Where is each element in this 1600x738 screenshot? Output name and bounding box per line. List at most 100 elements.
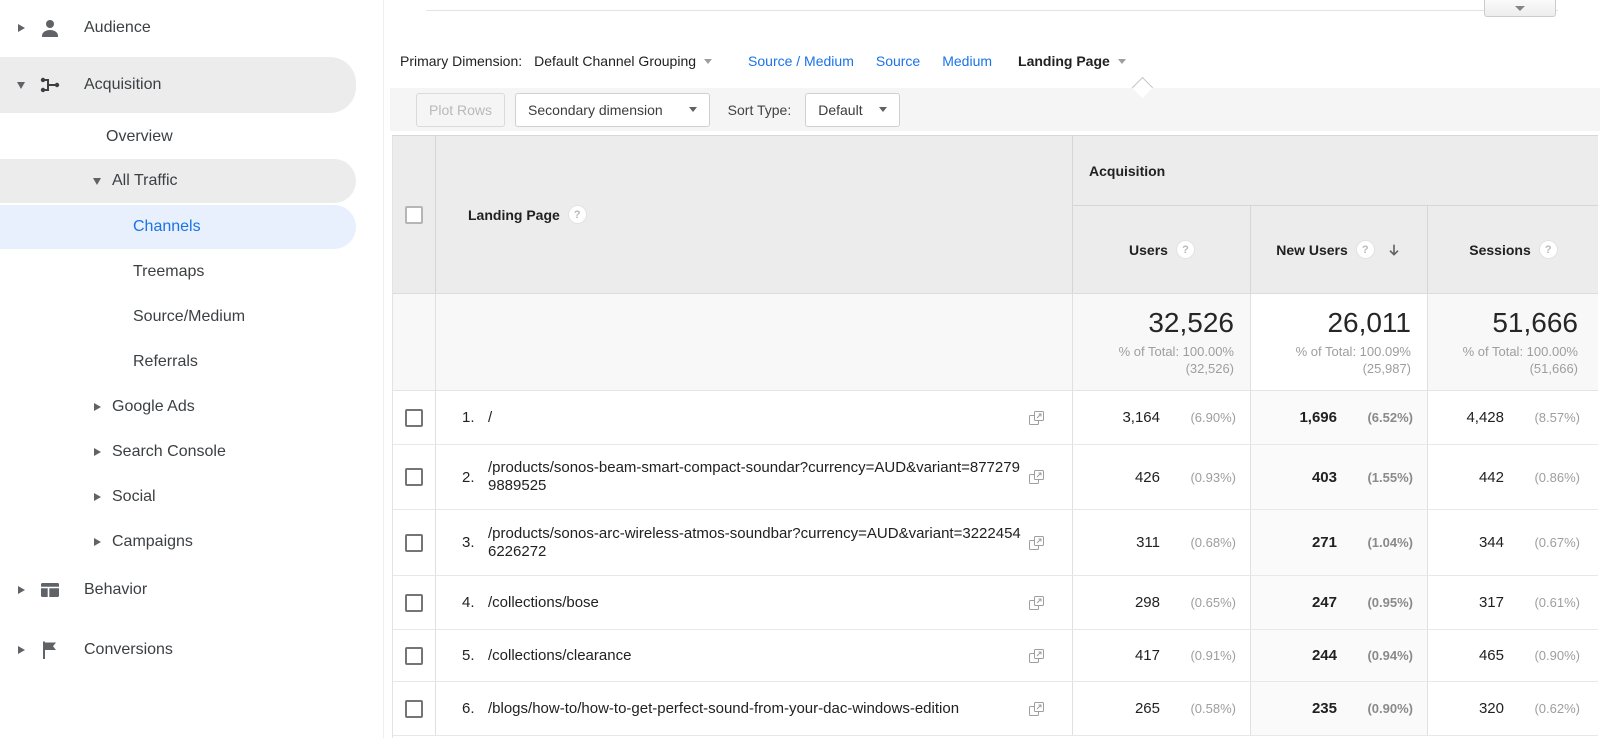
totals-users-pct: % of Total: 100.00% [1118,344,1234,359]
sidebar-item-label: Search Console [112,442,226,460]
table-row: 4. /collections/bose 298 (0.65%) 247 (0.95… [393,576,1598,630]
open-in-new-window-icon[interactable] [1028,648,1045,664]
dimension-link-medium[interactable]: Medium [942,53,992,69]
row-checkbox[interactable] [405,408,423,427]
default-channel-grouping-dropdown[interactable]: Default Channel Grouping [534,53,713,69]
sidebar-item-treemaps[interactable]: Treemaps [0,249,383,294]
dimension-link-source-medium[interactable]: Source / Medium [748,53,854,69]
sessions-cell: 344 (0.67%) [1428,510,1598,575]
secondary-dimension-button[interactable]: Secondary dimension [515,92,710,127]
help-icon[interactable]: ? [1176,241,1194,258]
chevron-right-icon [16,24,26,32]
row-checkbox[interactable] [405,593,423,612]
totals-sessions-sub: (51,666) [1529,361,1578,376]
sidebar-item-label: Source/Medium [133,307,246,325]
users-cell: 417 (0.91%) [1073,630,1251,681]
row-number: 2. [462,468,475,486]
sidebar-item-behavior[interactable]: Behavior [0,568,383,612]
table-header: Landing Page ? Acquisition Users ? New U… [393,136,1598,294]
chart-area-divider [426,10,1558,11]
metric-value: 265 [1134,700,1160,717]
metric-pct: (0.86%) [1534,469,1580,485]
open-in-new-window-icon[interactable] [1028,469,1045,485]
column-header-label: Sessions [1469,241,1531,258]
sidebar-item-referrals[interactable]: Referrals [0,339,383,384]
totals-dimension-cell [436,294,1073,390]
table-row: 3. /products/sonos-arc-wireless-atmos-so… [393,510,1598,576]
users-cell: 426 (0.93%) [1073,445,1251,509]
sidebar-item-label: Treemaps [133,262,205,280]
table-row: 6. /blogs/how-to/how-to-get-perfect-soun… [393,682,1598,736]
sidebar-item-social[interactable]: Social [0,474,383,519]
chevron-right-icon [92,537,102,546]
metric-value: 344 [1478,534,1504,551]
new-users-column-header[interactable]: New Users ? [1251,206,1428,293]
metric-value: 403 [1311,468,1337,486]
column-header-label: Landing Page [468,206,560,223]
metric-subheaders: Users ? New Users ? Sessions ? [1073,206,1598,293]
row-checkbox-cell [393,682,436,735]
users-column-header[interactable]: Users ? [1073,206,1251,293]
new-users-cell: 244 (0.94%) [1251,630,1428,681]
acquisition-group-header: Acquisition Users ? New Users ? Sessions… [1073,136,1598,293]
landing-page-url: /products/sonos-beam-smart-compact-sound… [488,459,1020,494]
sidebar-item-conversions[interactable]: Conversions [0,628,383,672]
sidebar-item-overview[interactable]: Overview [0,115,383,159]
totals-users-cell: 32,526 % of Total: 100.00% (32,526) [1073,294,1251,390]
select-all-checkbox[interactable] [405,205,423,224]
landing-page-url: / [488,408,493,426]
help-icon[interactable]: ? [568,206,586,223]
sidebar-item-acquisition[interactable]: Acquisition [0,57,356,113]
chevron-down-icon [92,177,102,185]
chevron-right-icon [16,646,26,654]
metric-pct: (0.90%) [1534,648,1580,663]
primary-dimension-bar: Primary Dimension: Default Channel Group… [400,49,1126,73]
open-in-new-window-icon[interactable] [1028,535,1045,551]
totals-sessions-cell: 51,666 % of Total: 100.00% (51,666) [1428,294,1598,390]
sidebar-item-campaigns[interactable]: Campaigns [0,519,383,564]
open-in-new-window-icon[interactable] [1028,595,1045,611]
totals-users-sub: (32,526) [1185,361,1234,376]
window-layout-icon [38,578,62,602]
row-checkbox[interactable] [405,646,423,665]
sessions-cell: 442 (0.86%) [1428,445,1598,509]
dropdown-value: Default Channel Grouping [534,53,697,69]
open-in-new-window-icon[interactable] [1028,410,1045,426]
sidebar-item-label: Campaigns [112,532,193,550]
sidebar-item-google-ads[interactable]: Google Ads [0,384,383,429]
dimension-link-source[interactable]: Source [876,53,920,69]
sidebar-item-search-console[interactable]: Search Console [0,429,383,474]
row-number: 1. [462,409,475,426]
landing-page-table: Landing Page ? Acquisition Users ? New U… [392,135,1598,738]
row-number: 6. [462,700,475,717]
row-checkbox[interactable] [405,533,423,552]
landing-page-cell: 6. /blogs/how-to/how-to-get-perfect-soun… [436,682,1073,735]
landing-page-cell: 2. /products/sonos-beam-smart-compact-so… [436,445,1073,509]
sidebar-item-audience[interactable]: Audience [0,6,383,50]
table-toolbar: Plot Rows Secondary dimension Sort Type:… [390,76,1600,131]
sessions-column-header[interactable]: Sessions ? [1428,206,1598,293]
flag-icon [38,638,62,662]
chevron-down-icon [1515,5,1525,11]
plot-rows-button[interactable]: Plot Rows [416,92,506,127]
metric-pct: (8.57%) [1534,410,1580,425]
help-icon[interactable]: ? [1539,241,1557,258]
metric-value: 311 [1136,534,1160,551]
column-header-label: Users [1129,241,1168,258]
totals-new-users-sub: (25,987) [1362,361,1411,376]
sidebar-item-source-medium[interactable]: Source/Medium [0,294,383,339]
landing-page-column-header[interactable]: Landing Page ? [436,136,1073,293]
open-in-new-window-icon[interactable] [1028,701,1045,717]
help-icon[interactable]: ? [1356,241,1374,258]
dimension-active-landing-page[interactable]: Landing Page [1018,53,1126,69]
sidebar-item-channels[interactable]: Channels [0,205,356,249]
sort-type-button[interactable]: Default [805,92,900,127]
row-checkbox[interactable] [405,468,423,486]
row-checkbox[interactable] [405,699,423,718]
metric-pct: (0.61%) [1534,595,1580,610]
landing-page-url: /products/sonos-arc-wireless-atmos-sound… [488,524,1021,560]
row-checkbox-cell [393,576,436,629]
metric-pct: (6.90%) [1190,410,1236,425]
sidebar-item-all-traffic[interactable]: All Traffic [0,159,356,203]
collapse-chart-button[interactable] [1484,0,1556,17]
